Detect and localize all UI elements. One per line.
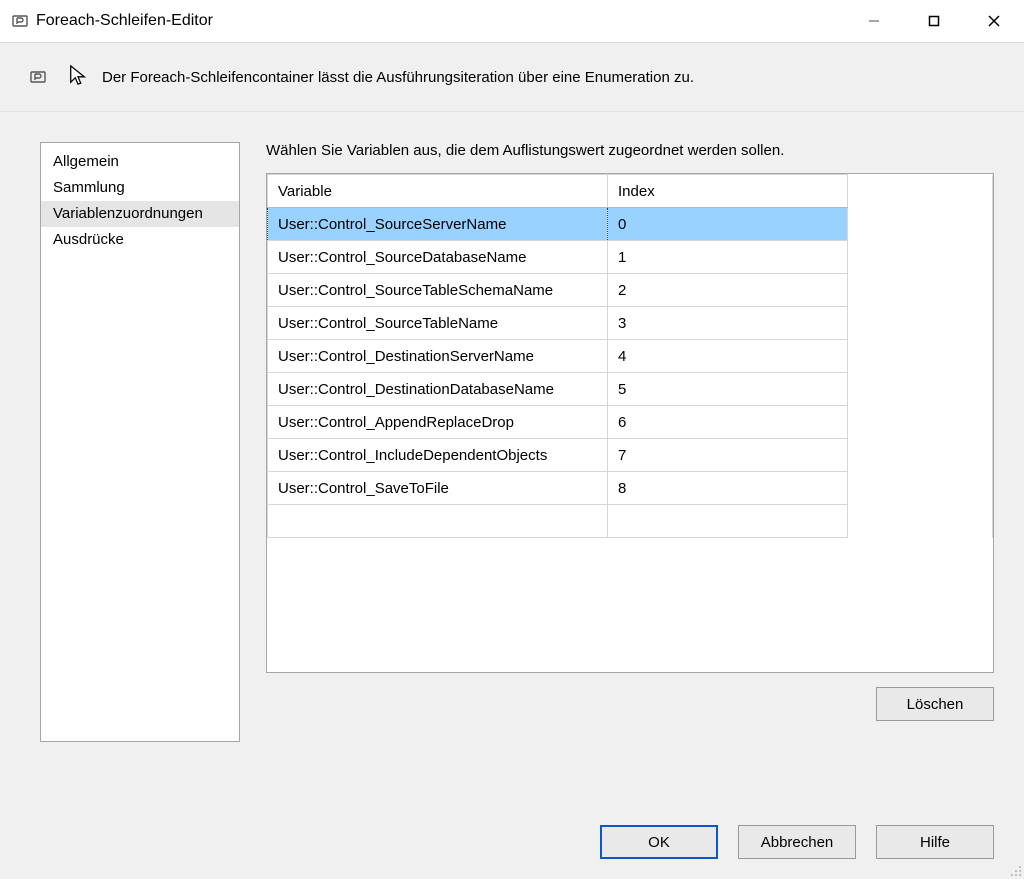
index-cell[interactable]: 1 bbox=[608, 241, 848, 274]
index-cell[interactable]: 4 bbox=[608, 340, 848, 373]
variable-cell[interactable]: User::Control_SourceTableSchemaName bbox=[268, 274, 608, 307]
variable-cell[interactable]: User::Control_SaveToFile bbox=[268, 472, 608, 505]
index-cell[interactable]: 6 bbox=[608, 406, 848, 439]
index-cell[interactable]: 2 bbox=[608, 274, 848, 307]
table-row[interactable]: User::Control_SourceServerName0 bbox=[268, 208, 993, 241]
resize-grip-icon[interactable] bbox=[1008, 863, 1022, 877]
variable-cell[interactable]: User::Control_SourceDatabaseName bbox=[268, 241, 608, 274]
padding-cell bbox=[848, 340, 993, 373]
variable-cell[interactable]: User::Control_DestinationDatabaseName bbox=[268, 373, 608, 406]
sidebar-item[interactable]: Allgemein bbox=[41, 149, 239, 175]
foreach-container-icon bbox=[30, 69, 46, 85]
padding-cell bbox=[848, 439, 993, 472]
table-row[interactable]: User::Control_DestinationServerName4 bbox=[268, 340, 993, 373]
padding-cell bbox=[848, 406, 993, 439]
table-row[interactable]: User::Control_SourceDatabaseName1 bbox=[268, 241, 993, 274]
titlebar: Foreach-Schleifen-Editor bbox=[0, 0, 1024, 43]
table-row[interactable]: User::Control_AppendReplaceDrop6 bbox=[268, 406, 993, 439]
cancel-button[interactable]: Abbrechen bbox=[738, 825, 856, 859]
delete-button[interactable]: Löschen bbox=[876, 687, 994, 721]
variable-cell[interactable]: User::Control_DestinationServerName bbox=[268, 340, 608, 373]
new-row[interactable]: .. bbox=[268, 505, 993, 538]
index-cell[interactable]: 7 bbox=[608, 439, 848, 472]
index-cell[interactable]: 5 bbox=[608, 373, 848, 406]
column-header-variable[interactable]: Variable bbox=[268, 175, 608, 208]
variable-mapping-panel: Wählen Sie Variablen aus, die dem Auflis… bbox=[266, 142, 994, 801]
instruction-text: Wählen Sie Variablen aus, die dem Auflis… bbox=[266, 142, 994, 159]
description-strip: Der Foreach-Schleifencontainer lässt die… bbox=[0, 43, 1024, 112]
help-button[interactable]: Hilfe bbox=[876, 825, 994, 859]
table-row[interactable]: User::Control_DestinationDatabaseName5 bbox=[268, 373, 993, 406]
column-header-index[interactable]: Index bbox=[608, 175, 848, 208]
padding-cell bbox=[848, 307, 993, 340]
padding-cell bbox=[848, 241, 993, 274]
foreach-container-icon bbox=[12, 13, 28, 29]
table-row[interactable]: User::Control_SourceTableSchemaName2 bbox=[268, 274, 993, 307]
index-cell[interactable]: 3 bbox=[608, 307, 848, 340]
title-controls bbox=[844, 0, 1024, 42]
cursor-icon bbox=[68, 63, 88, 91]
sidebar-item[interactable]: Variablenzuordnungen bbox=[41, 201, 239, 227]
column-header-padding bbox=[848, 175, 993, 208]
minimize-button[interactable] bbox=[844, 0, 904, 42]
dialog-window: Foreach-Schleifen-Editor Der Foreach-Sch… bbox=[0, 0, 1024, 879]
window-title: Foreach-Schleifen-Editor bbox=[36, 12, 213, 30]
dialog-body: AllgemeinSammlungVariablenzuordnungenAus… bbox=[0, 112, 1024, 879]
table-row[interactable]: User::Control_SaveToFile8 bbox=[268, 472, 993, 505]
variable-cell[interactable]: User::Control_SourceTableName bbox=[268, 307, 608, 340]
description-text: Der Foreach-Schleifencontainer lässt die… bbox=[102, 69, 694, 86]
ok-button[interactable]: OK bbox=[600, 825, 718, 859]
index-cell[interactable]: 8 bbox=[608, 472, 848, 505]
sidebar-item[interactable]: Sammlung bbox=[41, 175, 239, 201]
padding-cell bbox=[848, 373, 993, 406]
padding-cell bbox=[848, 208, 993, 241]
padding-cell bbox=[848, 472, 993, 505]
category-sidebar: AllgemeinSammlungVariablenzuordnungenAus… bbox=[40, 142, 240, 742]
index-cell[interactable]: 0 bbox=[608, 208, 848, 241]
sidebar-item[interactable]: Ausdrücke bbox=[41, 227, 239, 253]
variable-cell[interactable]: User::Control_SourceServerName bbox=[268, 208, 608, 241]
table-row[interactable]: User::Control_SourceTableName3 bbox=[268, 307, 993, 340]
padding-cell bbox=[848, 274, 993, 307]
maximize-button[interactable] bbox=[904, 0, 964, 42]
variable-cell[interactable]: User::Control_IncludeDependentObjects bbox=[268, 439, 608, 472]
close-button[interactable] bbox=[964, 0, 1024, 42]
variable-grid[interactable]: Variable Index User::Control_SourceServe… bbox=[266, 173, 994, 673]
dialog-footer: OK Abbrechen Hilfe bbox=[40, 801, 994, 859]
table-row[interactable]: User::Control_IncludeDependentObjects7 bbox=[268, 439, 993, 472]
variable-cell[interactable]: User::Control_AppendReplaceDrop bbox=[268, 406, 608, 439]
